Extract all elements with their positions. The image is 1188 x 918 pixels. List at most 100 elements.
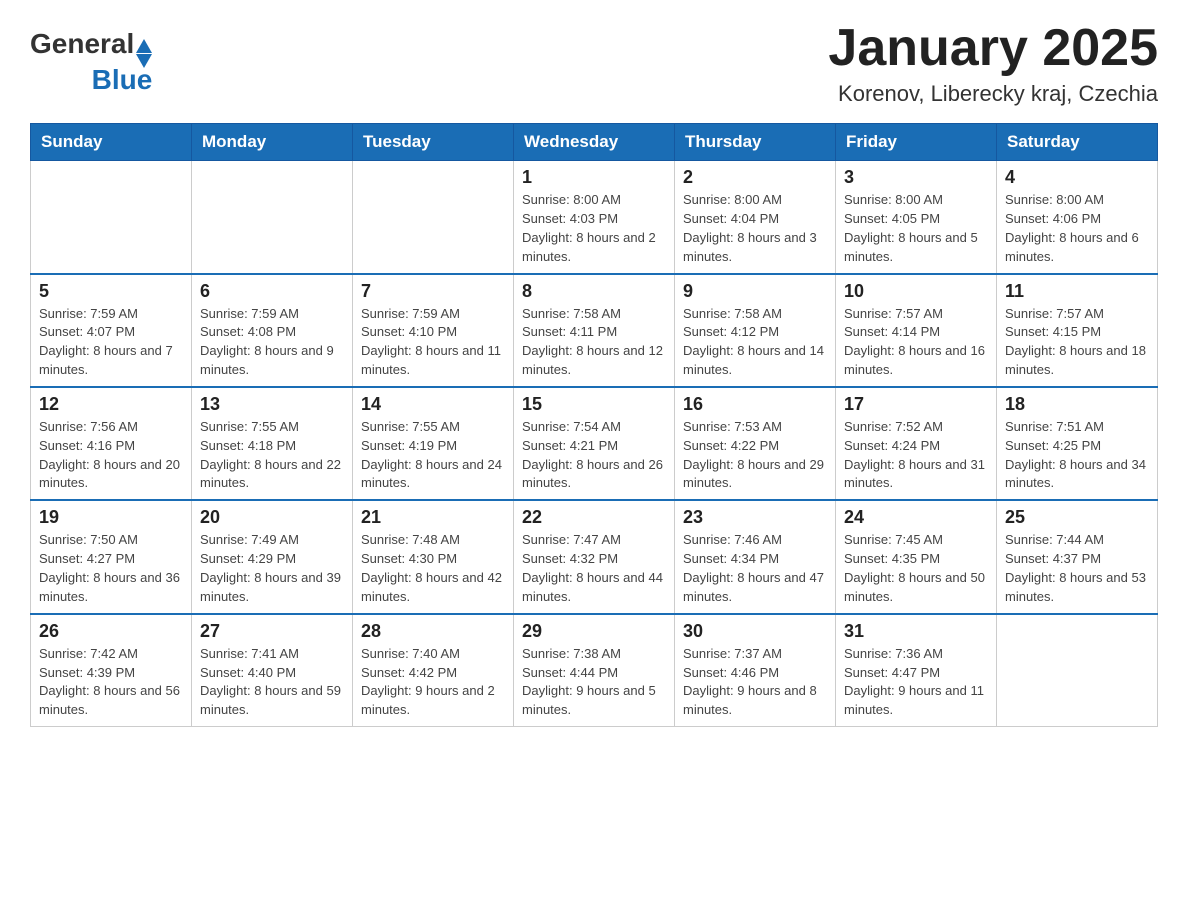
- calendar-cell: 18Sunrise: 7:51 AMSunset: 4:25 PMDayligh…: [997, 387, 1158, 500]
- calendar-cell: 16 Sunrise: 7:53 AMSunset: 4:22 PMDayligh…: [675, 387, 836, 500]
- calendar-table: Sunday Monday Tuesday Wednesday Thursday…: [30, 123, 1158, 727]
- day-info: Sunrise: 7:55 AMSunset: 4:18 PMDaylight:…: [200, 418, 344, 493]
- calendar-cell: 9 Sunrise: 7:58 AMSunset: 4:12 PMDaylight…: [675, 274, 836, 387]
- day-number: 4: [1005, 167, 1149, 188]
- day-info: Sunrise: 7:59 AMSunset: 4:07 PMDaylight:…: [39, 305, 183, 380]
- location-subtitle: Korenov, Liberecky kraj, Czechia: [828, 81, 1158, 107]
- day-info: Sunrise: 7:54 AMSunset: 4:21 PMDaylight:…: [522, 418, 666, 493]
- header-saturday: Saturday: [997, 124, 1158, 161]
- calendar-cell: 27Sunrise: 7:41 AMSunset: 4:40 PMDayligh…: [192, 614, 353, 727]
- day-number: 20: [200, 507, 344, 528]
- calendar-cell: 6 Sunrise: 7:59 AMSunset: 4:08 PMDaylight…: [192, 274, 353, 387]
- logo: General Blue: [30, 28, 152, 96]
- day-info: Sunrise: 8:00 AMSunset: 4:04 PMDaylight:…: [683, 191, 827, 266]
- calendar-cell: 30 Sunrise: 7:37 AMSunset: 4:46 PMDayligh…: [675, 614, 836, 727]
- day-number: 23: [683, 507, 827, 528]
- month-title: January 2025: [828, 20, 1158, 77]
- day-info: Sunrise: 7:49 AMSunset: 4:29 PMDaylight:…: [200, 531, 344, 606]
- day-info: Sunrise: 7:44 AMSunset: 4:37 PMDaylight:…: [1005, 531, 1149, 606]
- calendar-cell: 3Sunrise: 8:00 AMSunset: 4:05 PMDaylight…: [836, 161, 997, 274]
- day-info: Sunrise: 7:45 AMSunset: 4:35 PMDaylight:…: [844, 531, 988, 606]
- day-number: 30: [683, 621, 827, 642]
- calendar-cell: 15 Sunrise: 7:54 AMSunset: 4:21 PMDayligh…: [514, 387, 675, 500]
- day-info: Sunrise: 7:50 AMSunset: 4:27 PMDaylight:…: [39, 531, 183, 606]
- calendar-cell: 5Sunrise: 7:59 AMSunset: 4:07 PMDaylight…: [31, 274, 192, 387]
- logo-icon: General Blue: [30, 28, 152, 96]
- header-sunday: Sunday: [31, 124, 192, 161]
- day-info: Sunrise: 8:00 AMSunset: 4:06 PMDaylight:…: [1005, 191, 1149, 266]
- day-number: 29: [522, 621, 666, 642]
- day-number: 2: [683, 167, 827, 188]
- calendar-week-row-5: 26 Sunrise: 7:42 AMSunset: 4:39 PMDayligh…: [31, 614, 1158, 727]
- calendar-cell: 24 Sunrise: 7:45 AMSunset: 4:35 PMDayligh…: [836, 500, 997, 613]
- day-info: Sunrise: 7:42 AMSunset: 4:39 PMDaylight:…: [39, 645, 183, 720]
- calendar-cell: 4 Sunrise: 8:00 AMSunset: 4:06 PMDaylight…: [997, 161, 1158, 274]
- day-info: Sunrise: 7:59 AMSunset: 4:08 PMDaylight:…: [200, 305, 344, 380]
- day-info: Sunrise: 7:59 AMSunset: 4:10 PMDaylight:…: [361, 305, 505, 380]
- day-number: 18: [1005, 394, 1149, 415]
- day-info: Sunrise: 7:53 AMSunset: 4:22 PMDaylight:…: [683, 418, 827, 493]
- calendar-cell: 14 Sunrise: 7:55 AMSunset: 4:19 PMDayligh…: [353, 387, 514, 500]
- day-info: Sunrise: 7:58 AMSunset: 4:12 PMDaylight:…: [683, 305, 827, 380]
- day-info: Sunrise: 7:46 AMSunset: 4:34 PMDaylight:…: [683, 531, 827, 606]
- day-info: Sunrise: 7:58 AMSunset: 4:11 PMDaylight:…: [522, 305, 666, 380]
- calendar-cell: [31, 161, 192, 274]
- day-info: Sunrise: 7:57 AMSunset: 4:15 PMDaylight:…: [1005, 305, 1149, 380]
- header-thursday: Thursday: [675, 124, 836, 161]
- day-number: 25: [1005, 507, 1149, 528]
- calendar-cell: 7 Sunrise: 7:59 AMSunset: 4:10 PMDaylight…: [353, 274, 514, 387]
- day-number: 31: [844, 621, 988, 642]
- day-number: 26: [39, 621, 183, 642]
- calendar-cell: 1 Sunrise: 8:00 AMSunset: 4:03 PMDaylight…: [514, 161, 675, 274]
- day-info: Sunrise: 7:40 AMSunset: 4:42 PMDaylight:…: [361, 645, 505, 720]
- day-number: 3: [844, 167, 988, 188]
- day-number: 13: [200, 394, 344, 415]
- calendar-week-row-4: 19 Sunrise: 7:50 AMSunset: 4:27 PMDayligh…: [31, 500, 1158, 613]
- logo-text-blue: Blue: [92, 64, 153, 95]
- day-info: Sunrise: 7:37 AMSunset: 4:46 PMDaylight:…: [683, 645, 827, 720]
- calendar-cell: 28Sunrise: 7:40 AMSunset: 4:42 PMDayligh…: [353, 614, 514, 727]
- calendar-cell: 22Sunrise: 7:47 AMSunset: 4:32 PMDayligh…: [514, 500, 675, 613]
- calendar-cell: 11 Sunrise: 7:57 AMSunset: 4:15 PMDayligh…: [997, 274, 1158, 387]
- day-info: Sunrise: 7:38 AMSunset: 4:44 PMDaylight:…: [522, 645, 666, 720]
- title-area: January 2025 Korenov, Liberecky kraj, Cz…: [828, 20, 1158, 107]
- calendar-cell: 8 Sunrise: 7:58 AMSunset: 4:11 PMDaylight…: [514, 274, 675, 387]
- logo-text-general: General: [30, 28, 134, 60]
- calendar-cell: 12Sunrise: 7:56 AMSunset: 4:16 PMDayligh…: [31, 387, 192, 500]
- day-number: 9: [683, 281, 827, 302]
- day-number: 17: [844, 394, 988, 415]
- logo-triangle-up: [136, 39, 152, 53]
- header-area: General Blue January 2025 Korenov, Liber…: [30, 20, 1158, 107]
- day-number: 11: [1005, 281, 1149, 302]
- day-number: 6: [200, 281, 344, 302]
- calendar-week-row-3: 12Sunrise: 7:56 AMSunset: 4:16 PMDayligh…: [31, 387, 1158, 500]
- calendar-cell: 31 Sunrise: 7:36 AMSunset: 4:47 PMDayligh…: [836, 614, 997, 727]
- day-info: Sunrise: 7:56 AMSunset: 4:16 PMDaylight:…: [39, 418, 183, 493]
- day-info: Sunrise: 7:52 AMSunset: 4:24 PMDaylight:…: [844, 418, 988, 493]
- day-info: Sunrise: 8:00 AMSunset: 4:03 PMDaylight:…: [522, 191, 666, 266]
- calendar-cell: 2 Sunrise: 8:00 AMSunset: 4:04 PMDaylight…: [675, 161, 836, 274]
- header-monday: Monday: [192, 124, 353, 161]
- calendar-header-row: Sunday Monday Tuesday Wednesday Thursday…: [31, 124, 1158, 161]
- calendar-cell: 10 Sunrise: 7:57 AMSunset: 4:14 PMDayligh…: [836, 274, 997, 387]
- day-number: 7: [361, 281, 505, 302]
- calendar-cell: 25 Sunrise: 7:44 AMSunset: 4:37 PMDayligh…: [997, 500, 1158, 613]
- day-number: 19: [39, 507, 183, 528]
- day-number: 24: [844, 507, 988, 528]
- calendar-cell: 21Sunrise: 7:48 AMSunset: 4:30 PMDayligh…: [353, 500, 514, 613]
- calendar-cell: 19 Sunrise: 7:50 AMSunset: 4:27 PMDayligh…: [31, 500, 192, 613]
- day-number: 15: [522, 394, 666, 415]
- calendar-cell: 26 Sunrise: 7:42 AMSunset: 4:39 PMDayligh…: [31, 614, 192, 727]
- day-info: Sunrise: 7:36 AMSunset: 4:47 PMDaylight:…: [844, 645, 988, 720]
- calendar-cell: 17 Sunrise: 7:52 AMSunset: 4:24 PMDayligh…: [836, 387, 997, 500]
- day-number: 14: [361, 394, 505, 415]
- day-number: 16: [683, 394, 827, 415]
- calendar-cell: 23 Sunrise: 7:46 AMSunset: 4:34 PMDayligh…: [675, 500, 836, 613]
- day-info: Sunrise: 7:55 AMSunset: 4:19 PMDaylight:…: [361, 418, 505, 493]
- header-friday: Friday: [836, 124, 997, 161]
- day-info: Sunrise: 7:57 AMSunset: 4:14 PMDaylight:…: [844, 305, 988, 380]
- day-number: 8: [522, 281, 666, 302]
- day-number: 1: [522, 167, 666, 188]
- day-number: 10: [844, 281, 988, 302]
- day-number: 22: [522, 507, 666, 528]
